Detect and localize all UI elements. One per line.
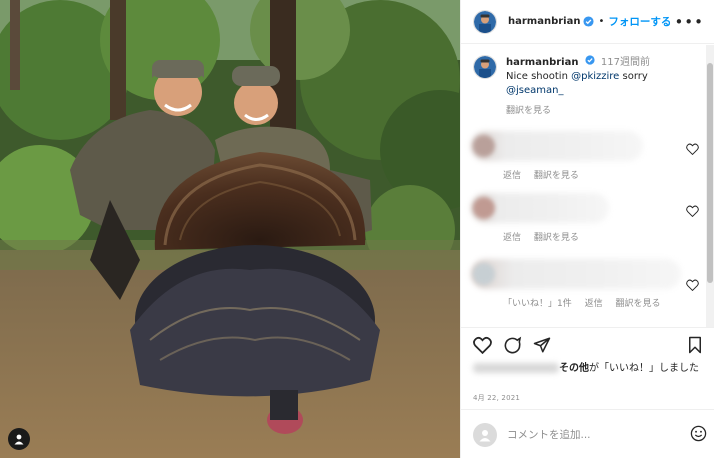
comment-icon[interactable] (503, 336, 522, 358)
mention-link[interactable]: @pkizzire (571, 71, 619, 82)
user-tag-icon[interactable] (8, 428, 30, 450)
reply-button[interactable]: 返信 (585, 299, 603, 309)
heart-icon[interactable] (686, 279, 699, 294)
blurred-username (473, 363, 559, 373)
likes-summary[interactable]: その他が「いいね！」しました (473, 361, 705, 376)
more-options-icon[interactable]: ••• (674, 13, 704, 31)
avatar[interactable] (473, 9, 497, 34)
reply-button[interactable]: 返信 (503, 233, 521, 243)
comment-likes[interactable]: 「いいね！」1件 (503, 299, 572, 309)
blurred-comment (471, 131, 643, 161)
share-icon[interactable] (533, 336, 551, 357)
post-image (0, 0, 460, 458)
verified-badge-icon (585, 55, 595, 65)
header-username[interactable]: harmanbrian (508, 16, 580, 27)
translate-button[interactable]: 翻訳を見る (534, 171, 579, 181)
add-comment-bar (473, 420, 707, 450)
follow-button[interactable]: フォローする (608, 14, 671, 29)
translate-button[interactable]: 翻訳を見る (534, 233, 579, 243)
heart-icon[interactable] (473, 336, 492, 357)
translate-button[interactable]: 翻訳を見る (506, 104, 695, 118)
translate-button[interactable]: 翻訳を見る (616, 299, 661, 309)
action-bar (473, 336, 705, 360)
avatar[interactable] (473, 55, 497, 79)
divider (461, 327, 714, 328)
avatar[interactable] (473, 197, 495, 219)
avatar (473, 423, 497, 447)
scrollbar[interactable] (706, 45, 714, 327)
list-item: 返信 翻訳を見る (461, 193, 707, 248)
mention-link[interactable]: @jseaman_ (506, 85, 563, 96)
separator-dot: • (598, 16, 605, 27)
list-item: 返信 翻訳を見る (461, 131, 707, 186)
caption-text: Nice shootin @pkizzire sorry @jseaman_ (506, 71, 648, 96)
list-item: 「いいね！」1件 返信 翻訳を見る (461, 259, 707, 314)
bookmark-icon[interactable] (687, 336, 703, 357)
caption-time: 117週間前 (600, 57, 650, 68)
verified-badge-icon (583, 16, 595, 27)
scrollbar-thumb[interactable] (707, 63, 713, 283)
avatar[interactable] (473, 263, 495, 285)
reply-button[interactable]: 返信 (503, 171, 521, 181)
caption: harmanbrian 117週間前 Nice shootin @pkizzir… (461, 45, 707, 118)
post-photo[interactable] (0, 0, 460, 458)
divider (461, 409, 714, 410)
blurred-comment (471, 259, 681, 289)
post-date: 4月 22, 2021 (473, 394, 521, 402)
comment-input[interactable] (507, 429, 667, 441)
post-header: harmanbrian • フォローする ••• (461, 0, 714, 44)
heart-icon[interactable] (686, 205, 699, 220)
caption-username[interactable]: harmanbrian (506, 57, 578, 68)
emoji-icon[interactable] (690, 425, 707, 445)
heart-icon[interactable] (686, 143, 699, 158)
post-panel: harmanbrian • フォローする ••• harmanbrian 117… (460, 0, 714, 458)
comments-list[interactable]: harmanbrian 117週間前 Nice shootin @pkizzir… (461, 45, 707, 327)
avatar[interactable] (473, 135, 495, 157)
